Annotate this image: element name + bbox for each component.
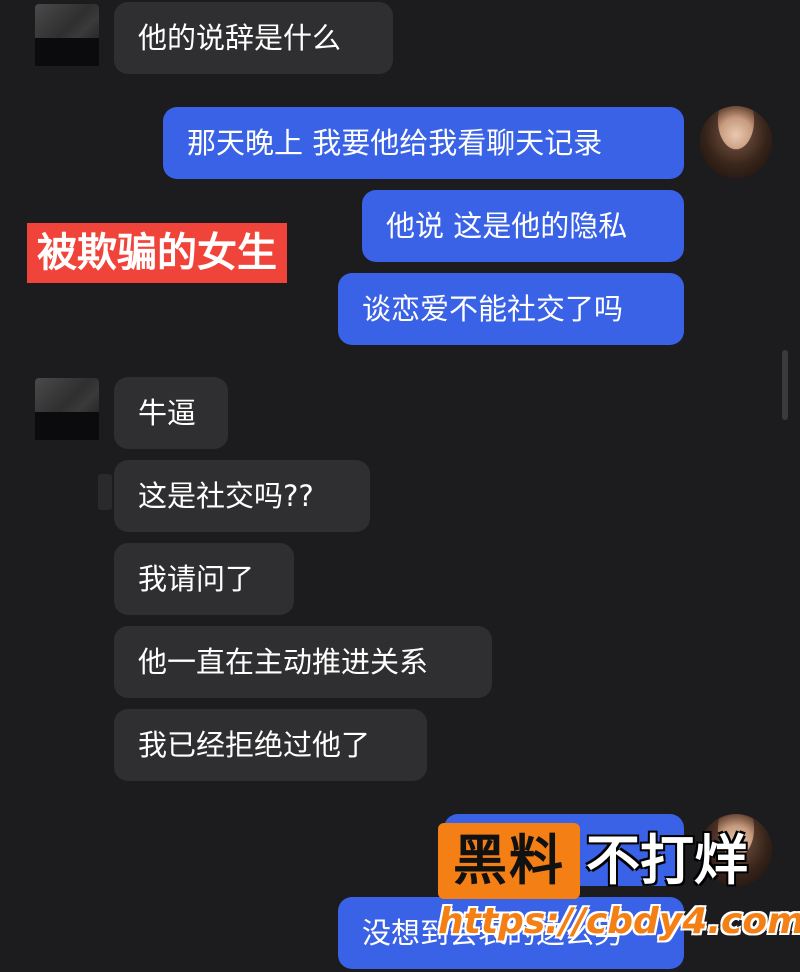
watermark-text: 不打烊 [586,829,748,892]
contact-avatar[interactable] [35,4,99,66]
message-bubble-incoming[interactable]: 这是社交吗?? [114,460,370,532]
watermark-logo: 黑料 [438,823,580,899]
message-bubble-incoming[interactable]: 他一直在主动推进关系 [114,626,492,698]
user-avatar[interactable] [700,106,772,178]
message-bubble-incoming[interactable]: 我请问了 [114,543,294,615]
avatar-fragment [98,474,112,510]
message-bubble-incoming[interactable]: 牛逼 [114,377,228,449]
message-bubble-outgoing[interactable]: 他说 这是他的隐私 [362,190,684,262]
message-bubble-outgoing[interactable]: 那天晚上 我要他给我看聊天记录 [163,107,684,179]
message-bubble-outgoing[interactable]: 谈恋爱不能社交了吗 [338,273,684,345]
message-bubble-incoming[interactable]: 我已经拒绝过他了 [114,709,427,781]
scrollbar[interactable] [782,350,788,420]
message-bubble-incoming[interactable]: 他的说辞是什么 [114,2,393,74]
contact-avatar[interactable] [35,378,99,440]
watermark-url: https://cbdy4.com [438,901,800,942]
caption-tag: 被欺骗的女生 [27,223,287,283]
